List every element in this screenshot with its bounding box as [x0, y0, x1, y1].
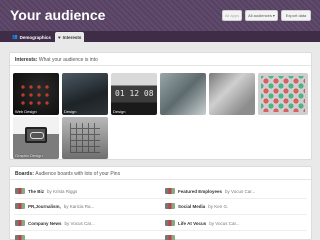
boards-title: Boards:: [15, 171, 34, 177]
tile-image: 01 12 08: [115, 89, 154, 98]
all-apps-button[interactable]: All apps: [222, 10, 242, 21]
board-item[interactable]: [15, 233, 31, 240]
board-owner: by Krista Riggs: [47, 188, 78, 194]
tile-image: [70, 123, 100, 153]
chevron-down-icon: ▾: [272, 13, 275, 18]
divider: [10, 179, 311, 180]
board-name: The Biz: [28, 188, 45, 194]
tab-demographics[interactable]: 👥 Demographics: [9, 32, 54, 42]
tab-bar: 👥 Demographics ♥ Interests: [0, 31, 320, 42]
board-name: PR,Journalism,: [28, 203, 61, 209]
divider: [10, 65, 311, 66]
tab-demographics-label: Demographics: [19, 34, 51, 40]
board-item[interactable]: [165, 233, 181, 240]
board-owner: by Ken G.: [208, 203, 229, 209]
tile-image: [261, 76, 305, 112]
board-thumbnail: [15, 203, 25, 209]
board-item[interactable]: The Biz by Krista Riggs: [15, 186, 77, 196]
interests-title: Interests:: [15, 57, 38, 63]
tile-image: [19, 83, 51, 105]
board-thumbnail: [15, 235, 25, 240]
board-owner: by Vocus Car...: [209, 220, 240, 226]
board-item[interactable]: Social Media by Ken G.: [165, 201, 228, 211]
interest-tile-web-design[interactable]: Web Design: [13, 73, 59, 115]
page-header: Your audience All apps All audiences ▾ E…: [0, 0, 320, 31]
heart-icon: ♥: [58, 34, 61, 40]
all-audiences-label: All audiences: [248, 13, 272, 18]
tile-image: [25, 127, 47, 143]
interests-subtitle: What your audience is into: [38, 57, 98, 63]
interest-tile-label: Graphic Design: [15, 153, 43, 158]
boards-subtitle: Audience boards with lots of your Pins: [35, 171, 121, 177]
board-item[interactable]: Featured Employees by Vocus Car...: [165, 186, 255, 196]
board-thumbnail: [15, 188, 25, 194]
interest-tile-6[interactable]: [258, 73, 308, 115]
board-item[interactable]: Life At Vocus by Vocus Car...: [165, 218, 240, 228]
interest-tile-design[interactable]: Design: [62, 73, 108, 115]
divider: [14, 214, 307, 215]
board-name: Company News: [28, 220, 62, 226]
board-thumbnail: [15, 220, 25, 226]
board-thumbnail: [165, 188, 175, 194]
board-owner: by Karicia Ra...: [63, 203, 95, 209]
interest-tile-8[interactable]: [62, 117, 108, 159]
interests-panel: Interests: What your audience is into We…: [9, 52, 312, 160]
board-owner: by Vocus Car...: [64, 220, 95, 226]
board-name: Life At Vocus: [178, 220, 207, 226]
board-name: Social Media: [178, 203, 206, 209]
interest-tile-4[interactable]: [160, 73, 206, 115]
interests-heading: Interests: What your audience is into: [15, 57, 98, 63]
divider: [14, 230, 307, 231]
divider: [14, 198, 307, 199]
interest-tile-graphic-design[interactable]: Graphic Design: [13, 117, 59, 159]
board-owner: by Vocus Car...: [225, 188, 256, 194]
board-thumbnail: [165, 203, 175, 209]
tab-interests-label: Interests: [62, 34, 82, 40]
all-audiences-dropdown[interactable]: All audiences ▾: [245, 10, 278, 21]
page-title: Your audience: [10, 7, 106, 23]
interest-tile-label: Web Design: [15, 109, 37, 114]
interest-tile-5[interactable]: [209, 73, 255, 115]
interest-tile-label: Design: [64, 109, 77, 114]
interest-tile-design-2[interactable]: 01 12 08 Design: [111, 73, 157, 115]
board-item[interactable]: PR,Journalism, by Karicia Ra...: [15, 201, 94, 211]
board-name: Featured Employees: [178, 188, 223, 194]
board-item[interactable]: Company News by Vocus Car...: [15, 218, 95, 228]
board-thumbnail: [165, 235, 175, 240]
people-icon: 👥: [12, 34, 18, 39]
export-data-button[interactable]: Export data: [281, 10, 311, 21]
tab-interests[interactable]: ♥ Interests: [55, 32, 85, 42]
board-thumbnail: [165, 220, 175, 226]
boards-panel: Boards: Audience boards with lots of you…: [9, 166, 312, 240]
interest-tile-label: Design: [113, 109, 126, 114]
boards-heading: Boards: Audience boards with lots of you…: [15, 171, 120, 177]
